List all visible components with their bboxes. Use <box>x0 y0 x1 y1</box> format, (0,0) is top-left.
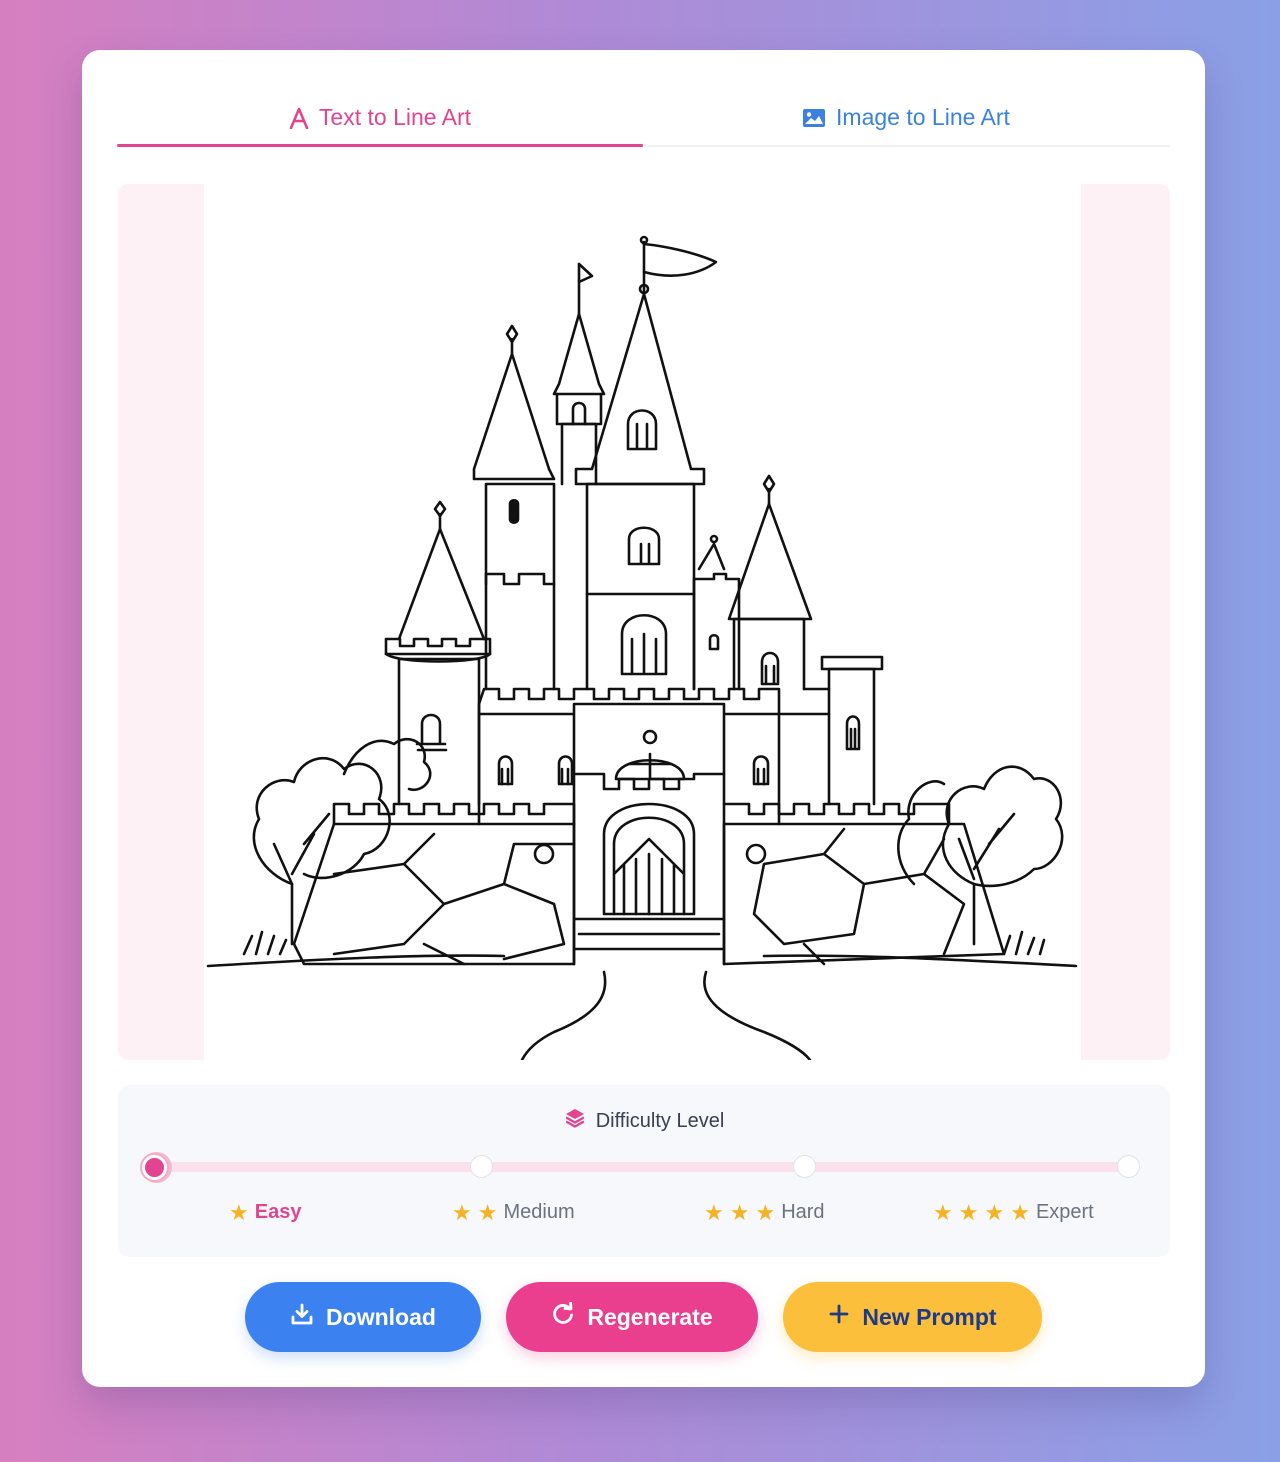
difficulty-title: Difficulty Level <box>595 1109 725 1132</box>
difficulty-header: Difficulty Level <box>118 1107 1170 1135</box>
level-hard[interactable]: ★ ★ ★ Hard <box>704 1201 825 1224</box>
slider-stop-expert[interactable] <box>1117 1155 1140 1178</box>
tab-image-to-line-art[interactable]: Image to Line Art <box>643 90 1169 145</box>
level-expert[interactable]: ★ ★ ★ ★ Expert <box>933 1201 1094 1224</box>
generated-line-art-image <box>204 184 1081 1060</box>
tab-text-to-line-art[interactable]: Text to Line Art <box>117 90 643 147</box>
star-icon: ★ <box>229 1199 249 1225</box>
level-label: Medium <box>503 1201 575 1223</box>
star-icon: ★ <box>755 1199 776 1225</box>
image-icon <box>802 108 826 128</box>
star-icon: ★ <box>704 1199 724 1225</box>
difficulty-slider-track[interactable] <box>154 1162 1130 1172</box>
slider-stop-hard[interactable] <box>793 1155 816 1178</box>
regenerate-label: Regenerate <box>587 1303 713 1330</box>
new-prompt-button[interactable]: New Prompt <box>783 1282 1042 1352</box>
difficulty-slider-thumb[interactable] <box>142 1155 167 1180</box>
star-icon: ★ <box>933 1199 953 1225</box>
difficulty-levels: ★ Easy ★ ★ Medium ★ ★ ★ Hard ★ ★ ★ ★ Exp… <box>118 1201 1170 1231</box>
tab-label: Text to Line Art <box>318 104 472 130</box>
tab-bar: Text to Line Art Image to Line Art <box>117 90 1169 147</box>
level-label: Easy <box>254 1201 302 1223</box>
refresh-icon <box>551 1301 575 1332</box>
star-icon: ★ <box>477 1199 498 1225</box>
main-card: Text to Line Art Image to Line Art Diffi… <box>82 50 1205 1387</box>
tab-label: Image to Line Art <box>836 104 1010 130</box>
star-icon: ★ <box>729 1199 750 1225</box>
difficulty-panel: Difficulty Level ★ Easy ★ ★ Medium ★ ★ ★… <box>118 1085 1170 1257</box>
star-icon: ★ <box>984 1199 1005 1225</box>
regenerate-button[interactable]: Regenerate <box>506 1282 758 1352</box>
plus-icon <box>828 1303 850 1331</box>
level-label: Expert <box>1035 1201 1094 1223</box>
download-icon <box>290 1302 314 1332</box>
text-a-icon <box>289 107 309 129</box>
image-preview-panel <box>118 184 1170 1060</box>
new-prompt-label: New Prompt <box>862 1303 997 1330</box>
star-icon: ★ <box>958 1199 979 1225</box>
level-medium[interactable]: ★ ★ Medium <box>452 1201 575 1224</box>
level-easy[interactable]: ★ Easy <box>229 1201 301 1224</box>
layers-icon <box>564 1107 586 1135</box>
slider-stop-medium[interactable] <box>470 1155 493 1178</box>
level-label: Hard <box>781 1201 825 1223</box>
download-label: Download <box>326 1303 436 1330</box>
star-icon: ★ <box>1010 1199 1030 1225</box>
download-button[interactable]: Download <box>245 1282 481 1352</box>
star-icon: ★ <box>452 1199 472 1225</box>
